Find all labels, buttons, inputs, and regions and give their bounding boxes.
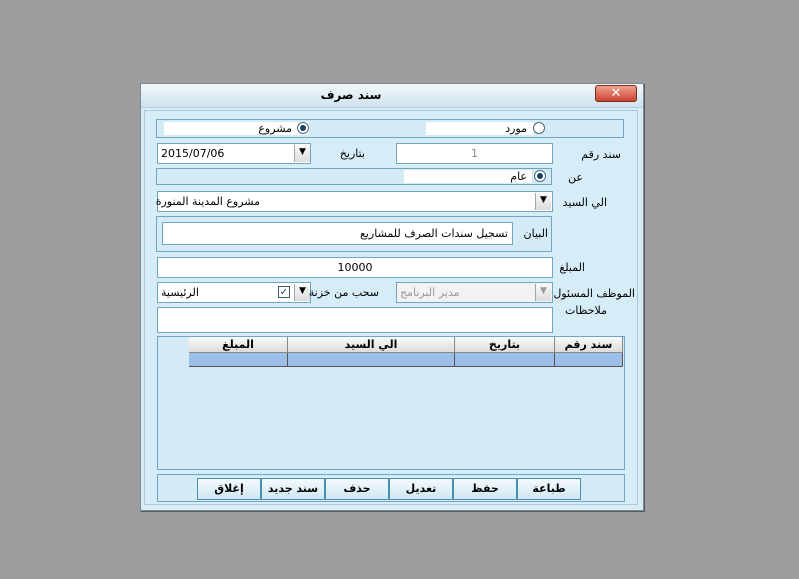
delete-button[interactable]: حذف bbox=[325, 478, 389, 500]
table-cell[interactable] bbox=[288, 353, 455, 367]
employee-value: مدير البرنامج bbox=[400, 286, 460, 299]
chevron-down-icon[interactable]: ▼ bbox=[294, 145, 310, 162]
form-area: مشروع مورد 2015/07/06 ▼ بتاريخ 1 سند رقم… bbox=[144, 110, 638, 505]
close-window-button[interactable]: ✕ bbox=[595, 85, 637, 102]
project-radio[interactable] bbox=[297, 122, 309, 134]
type-group: مشروع مورد bbox=[156, 119, 624, 138]
header-number[interactable]: سند رقم bbox=[555, 337, 623, 353]
safe-select[interactable]: الرئيسية ✓ ▼ bbox=[157, 282, 311, 303]
chevron-down-icon[interactable]: ▼ bbox=[535, 284, 551, 301]
amount-field[interactable]: 10000 bbox=[157, 257, 553, 278]
employee-select[interactable]: مدير البرنامج ▼ bbox=[396, 282, 553, 303]
voucher-number-label: سند رقم bbox=[581, 148, 621, 161]
description-field[interactable]: تسجيل سندات الصرف للمشاريع bbox=[162, 222, 513, 245]
checkmark-icon[interactable]: ✓ bbox=[278, 286, 290, 298]
description-group: تسجيل سندات الصرف للمشاريع البيان bbox=[156, 216, 552, 252]
notes-label: ملاحظات bbox=[565, 304, 607, 317]
grid-table: المبلغ الي السيد بتاريخ سند رقم bbox=[189, 337, 623, 370]
title-bar: سند صرف ✕ bbox=[141, 84, 643, 108]
new-voucher-button[interactable]: سند جديد bbox=[261, 478, 325, 500]
notes-field[interactable] bbox=[157, 307, 553, 333]
chevron-down-icon[interactable]: ▼ bbox=[294, 284, 310, 301]
window-title: سند صرف bbox=[320, 88, 382, 102]
to-value: مشروع المدينة المنورة bbox=[155, 195, 260, 208]
close-button[interactable]: إغلاق bbox=[197, 478, 261, 500]
voucher-window: سند صرف ✕ مشروع مورد 2015/07/06 ▼ بتاريخ… bbox=[140, 83, 644, 511]
about-group: عام bbox=[156, 168, 552, 185]
safe-label: سحب من خزنة bbox=[308, 286, 379, 299]
type-option-supplier-label: مورد bbox=[505, 122, 527, 135]
amount-label: المبلغ bbox=[559, 261, 585, 274]
about-option-label: عام bbox=[510, 170, 527, 183]
header-amount[interactable]: المبلغ bbox=[189, 337, 288, 353]
button-bar: إغلاق سند جديد حذف تعديل حفظ طباعة bbox=[157, 474, 625, 502]
amount-value: 10000 bbox=[337, 261, 373, 274]
records-grid: المبلغ الي السيد بتاريخ سند رقم bbox=[157, 336, 625, 470]
save-button[interactable]: حفظ bbox=[453, 478, 517, 500]
safe-value: الرئيسية bbox=[161, 286, 199, 299]
general-radio[interactable] bbox=[534, 170, 546, 182]
to-select[interactable]: مشروع المدينة المنورة ▼ bbox=[155, 191, 553, 212]
supplier-radio[interactable] bbox=[533, 122, 545, 134]
type-option-project-label: مشروع bbox=[258, 122, 292, 135]
voucher-number-field[interactable]: 1 bbox=[396, 143, 553, 164]
about-label: عن bbox=[568, 171, 583, 184]
edit-button[interactable]: تعديل bbox=[389, 478, 453, 500]
print-button[interactable]: طباعة bbox=[517, 478, 581, 500]
employee-label: الموظف المسئول bbox=[553, 287, 635, 300]
header-date[interactable]: بتاريخ bbox=[455, 337, 555, 353]
date-value: 2015/07/06 bbox=[161, 147, 225, 160]
date-picker[interactable]: 2015/07/06 ▼ bbox=[157, 143, 311, 164]
table-cell[interactable] bbox=[455, 353, 555, 367]
description-value: تسجيل سندات الصرف للمشاريع bbox=[359, 227, 508, 240]
to-label: الي السيد bbox=[562, 196, 607, 209]
table-cell[interactable] bbox=[189, 353, 288, 367]
chevron-down-icon[interactable]: ▼ bbox=[535, 193, 551, 210]
header-to[interactable]: الي السيد bbox=[288, 337, 455, 353]
date-label: بتاريخ bbox=[339, 147, 365, 160]
description-label: البيان bbox=[523, 227, 548, 240]
voucher-number-value: 1 bbox=[471, 147, 478, 160]
table-cell[interactable] bbox=[555, 353, 623, 367]
